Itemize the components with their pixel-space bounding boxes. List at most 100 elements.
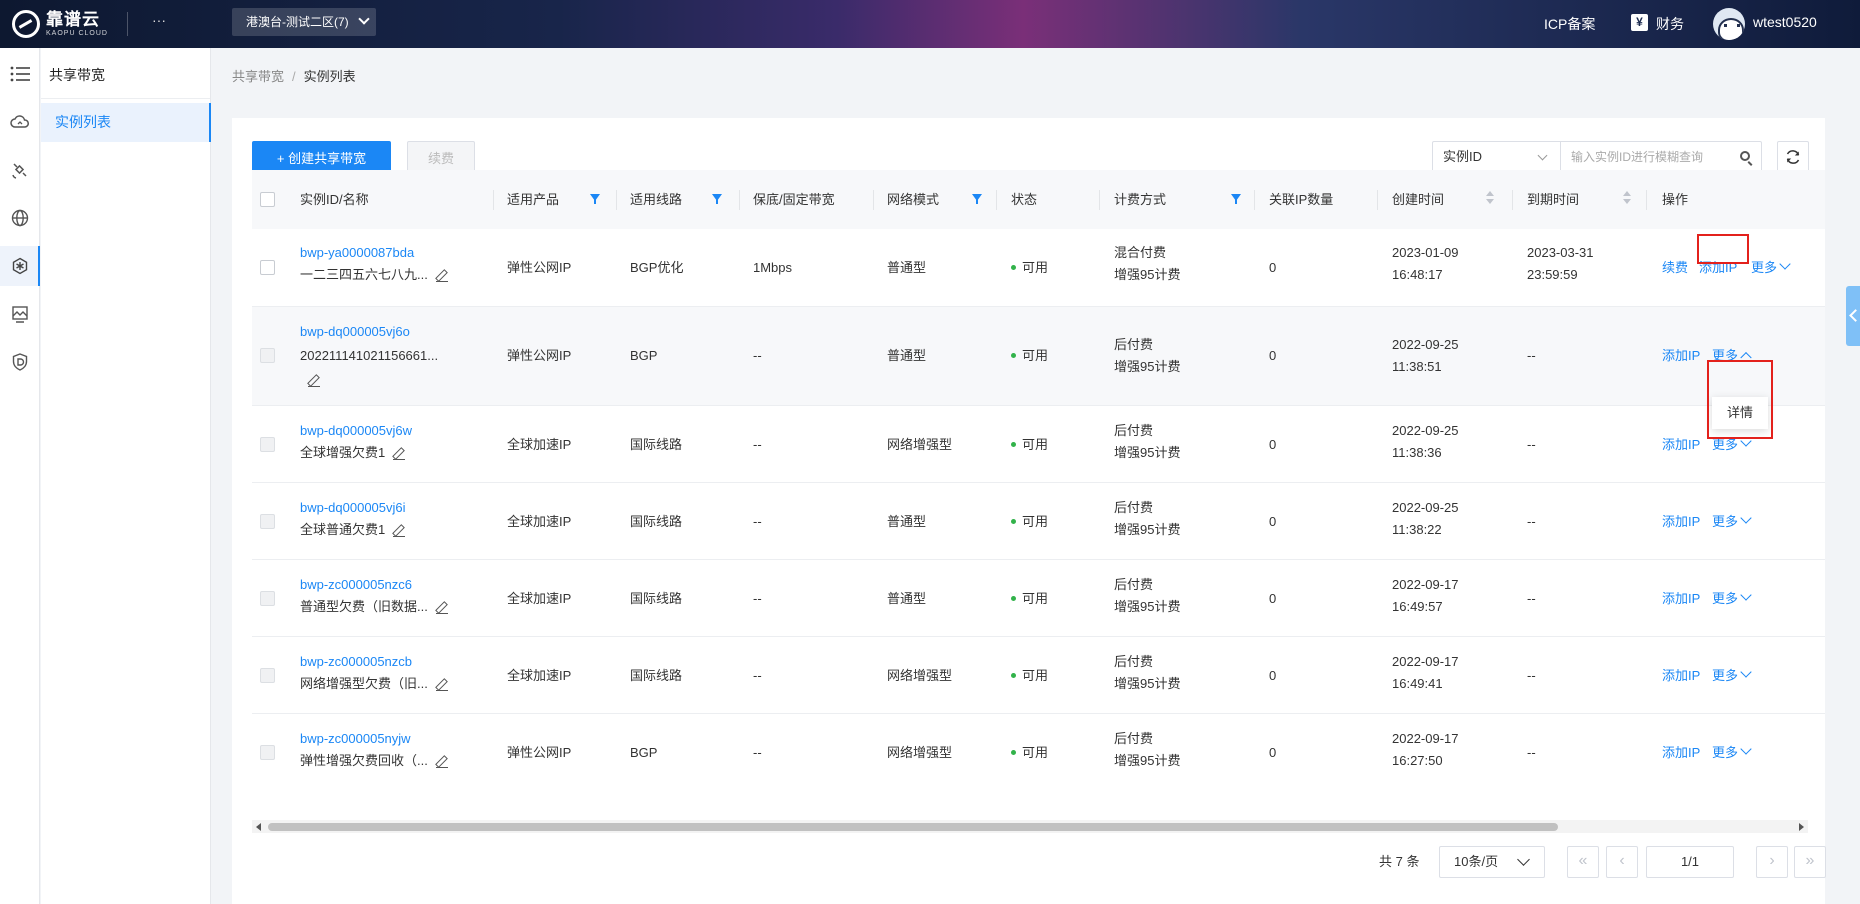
cell-expire-date: 2023-03-31: [1527, 245, 1594, 260]
sort-icon[interactable]: [1623, 191, 1631, 205]
rail-menu[interactable]: [0, 54, 40, 94]
status-badge: 可用: [1011, 434, 1048, 455]
horizontal-scrollbar[interactable]: [252, 820, 1808, 833]
row-checkbox[interactable]: [260, 668, 275, 683]
table-row: bwp-dq000005vj6i 全球普通欠费1 全球加速IP 国际线路 -- …: [252, 483, 1825, 560]
rail-satellite[interactable]: [0, 150, 40, 190]
instance-id-link[interactable]: bwp-zc000005nzcb: [300, 651, 412, 672]
subnav-item-instance-list[interactable]: 实例列表: [41, 103, 211, 142]
rail-globe[interactable]: [0, 198, 40, 238]
search-input[interactable]: [1560, 141, 1762, 173]
menu-icon: [10, 66, 30, 82]
add-ip-link[interactable]: 添加IP: [1662, 742, 1700, 763]
row-checkbox[interactable]: [260, 437, 275, 452]
satellite-icon: [12, 163, 27, 179]
more-link[interactable]: 更多: [1712, 511, 1752, 532]
instance-id-link[interactable]: bwp-dq000005vj6i: [300, 497, 406, 518]
instance-id-link[interactable]: bwp-zc000005nzc6: [300, 574, 412, 595]
cell-created-time: 11:38:36: [1392, 445, 1442, 460]
edit-icon[interactable]: [393, 448, 406, 460]
add-ip-link[interactable]: 添加IP: [1662, 345, 1700, 366]
side-panel-toggle[interactable]: [1846, 286, 1860, 346]
select-all-checkbox[interactable]: [260, 192, 275, 207]
row-checkbox[interactable]: [260, 745, 275, 760]
more-link[interactable]: 更多: [1712, 665, 1752, 686]
page-size-select[interactable]: 10条/页: [1439, 846, 1545, 878]
username[interactable]: wtest0520: [1753, 14, 1817, 30]
instance-name: 普通型欠费（旧数据...: [300, 596, 448, 617]
edit-icon[interactable]: [308, 375, 320, 387]
chevron-down-icon: [1779, 258, 1791, 270]
breadcrumb-parent[interactable]: 共享带宽: [232, 69, 284, 84]
filter-icon[interactable]: [712, 194, 722, 204]
region-select[interactable]: 港澳台-测试二区(7): [232, 8, 376, 36]
first-page-button[interactable]: «: [1567, 846, 1599, 878]
add-ip-link[interactable]: 添加IP: [1662, 511, 1700, 532]
page-input[interactable]: 1/1: [1646, 846, 1734, 878]
renew-link[interactable]: 续费: [1662, 257, 1688, 278]
prev-page-button[interactable]: ‹: [1606, 846, 1638, 878]
rail-monitor[interactable]: [0, 294, 40, 334]
finance-link[interactable]: 财务: [1656, 14, 1684, 34]
cell-expire: --: [1527, 591, 1536, 606]
header-ip-count: 关联IP数量: [1269, 192, 1334, 207]
highlight-more-dropdown: [1707, 360, 1773, 439]
cell-line: 国际线路: [630, 668, 683, 683]
refresh-icon: [1786, 150, 1800, 164]
add-ip-link[interactable]: 添加IP: [1662, 588, 1700, 609]
search-type-select[interactable]: 实例ID: [1432, 141, 1560, 173]
row-checkbox[interactable]: [260, 348, 275, 363]
rail-cloud[interactable]: [0, 102, 40, 142]
cell-product: 全球加速IP: [507, 437, 572, 452]
add-ip-link[interactable]: 添加IP: [1662, 665, 1700, 686]
edit-icon[interactable]: [435, 756, 448, 768]
scrollbar-thumb[interactable]: [268, 823, 1558, 831]
filter-icon[interactable]: [972, 194, 982, 204]
sort-icon[interactable]: [1486, 191, 1494, 205]
logo[interactable]: 靠谱云 KAOPU CLOUD: [12, 8, 112, 40]
more-link[interactable]: 更多: [1712, 742, 1752, 763]
more-link[interactable]: 更多: [1751, 257, 1791, 278]
header-expire: 到期时间: [1527, 192, 1580, 207]
last-page-button[interactable]: »: [1794, 846, 1826, 878]
sub-nav: 共享带宽 实例列表: [41, 48, 211, 904]
network-icon: [12, 257, 28, 275]
instance-id-link[interactable]: bwp-ya0000087bda: [300, 242, 414, 263]
instance-id-link[interactable]: bwp-dq000005vj6w: [300, 420, 412, 441]
create-shared-bandwidth-button[interactable]: + 创建共享带宽: [252, 141, 391, 173]
header-bandwidth: 保底/固定带宽: [753, 192, 835, 207]
row-checkbox[interactable]: [260, 260, 275, 275]
edit-icon[interactable]: [435, 270, 448, 282]
rail-network[interactable]: [0, 246, 40, 286]
search-icon[interactable]: [1740, 151, 1750, 161]
refresh-button[interactable]: [1777, 141, 1809, 173]
filter-icon[interactable]: [1231, 194, 1241, 204]
icp-link[interactable]: ICP备案: [1544, 14, 1595, 34]
edit-icon[interactable]: [435, 602, 448, 614]
more-link[interactable]: 更多: [1712, 588, 1752, 609]
header-ops: 操作: [1662, 192, 1689, 207]
avatar[interactable]: [1713, 8, 1745, 40]
scroll-right-icon[interactable]: [1799, 823, 1804, 831]
more-products-button[interactable]: ···: [152, 12, 166, 28]
next-page-button[interactable]: ›: [1756, 846, 1788, 878]
rail-security[interactable]: [0, 342, 40, 382]
scroll-left-icon[interactable]: [256, 823, 261, 831]
filter-icon[interactable]: [590, 194, 600, 204]
cell-billing-type: 混合付费: [1114, 245, 1167, 260]
row-checkbox[interactable]: [260, 514, 275, 529]
cell-expire-time: 23:59:59: [1527, 267, 1578, 282]
status-dot-icon: [1011, 596, 1016, 602]
status-badge: 可用: [1011, 588, 1048, 609]
instance-id-link[interactable]: bwp-zc000005nyjw: [300, 728, 411, 749]
cell-bandwidth: --: [753, 514, 762, 529]
row-checkbox[interactable]: [260, 591, 275, 606]
edit-icon[interactable]: [393, 525, 406, 537]
edit-icon[interactable]: [435, 679, 448, 691]
logo-subtext: KAOPU CLOUD: [46, 30, 108, 37]
subnav-divider: [41, 98, 210, 99]
renew-button[interactable]: 续费: [407, 141, 475, 173]
instance-id-link[interactable]: bwp-dq000005vj6o: [300, 321, 410, 342]
cell-bandwidth: --: [753, 745, 762, 760]
add-ip-link[interactable]: 添加IP: [1662, 434, 1700, 455]
